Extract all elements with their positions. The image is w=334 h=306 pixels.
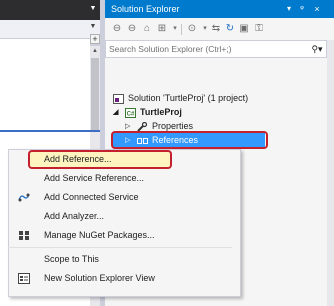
menu-item-scope-to-this[interactable]: Scope to This: [8, 250, 232, 269]
menu-separator: [8, 247, 232, 248]
collapse-all-icon[interactable]: ▣: [238, 23, 250, 35]
tree-item-label: Properties: [152, 121, 194, 131]
refresh-icon[interactable]: ↻: [224, 23, 236, 35]
scroll-up-icon[interactable]: ▲: [90, 46, 100, 56]
csharp-project-icon: C#: [125, 107, 136, 118]
forward-icon[interactable]: ⊖: [126, 23, 138, 35]
connected-service-icon: [18, 192, 30, 203]
split-view-button[interactable]: +: [90, 34, 100, 44]
search-icon[interactable]: ⚲▾: [310, 43, 324, 55]
editor-tab-strip: [0, 0, 100, 20]
chevron-down-icon[interactable]: ▾: [169, 23, 181, 35]
menu-item-add-analyzer[interactable]: Add Analyzer...: [8, 207, 232, 226]
references-highlight-box: [111, 131, 268, 149]
solution-explorer-title: Solution Explorer: [111, 4, 180, 14]
editor-navigation-bar[interactable]: [0, 20, 100, 39]
pending-changes-icon[interactable]: ⊙: [186, 23, 198, 35]
properties-icon[interactable]: ⚿: [253, 23, 265, 35]
close-icon[interactable]: ×: [312, 4, 322, 14]
chevron-down-icon[interactable]: ▼: [88, 22, 98, 32]
menu-item-add-connected-service[interactable]: Add Connected Service: [8, 188, 232, 207]
tree-item-solution[interactable]: Solution 'TurtleProj' (1 project): [113, 91, 248, 105]
expanded-arrow-icon[interactable]: ◢: [113, 106, 121, 120]
dropdown-arrow-icon[interactable]: ▾: [284, 4, 294, 14]
back-icon[interactable]: ⊖: [111, 23, 123, 35]
menu-item-manage-nuget-packages[interactable]: Manage NuGet Packages...: [8, 226, 232, 245]
tree-item-project[interactable]: ◢ C# TurtleProj: [113, 105, 182, 119]
tree-item-label: TurtleProj: [140, 107, 182, 117]
new-view-icon: [18, 273, 30, 284]
editor-divider-line: [0, 130, 100, 132]
switch-views-icon[interactable]: ⊞: [156, 23, 168, 35]
menu-item-add-reference[interactable]: Add Reference...: [8, 150, 232, 169]
menu-item-new-solution-explorer-view[interactable]: New Solution Explorer View: [8, 269, 232, 288]
svg-text:C#: C#: [127, 111, 135, 117]
sync-icon[interactable]: ⇆: [210, 23, 222, 35]
scrollbar-thumb[interactable]: [91, 58, 99, 130]
tree-item-label: Solution 'TurtleProj' (1 project): [128, 93, 249, 103]
solution-icon: [113, 93, 124, 104]
search-placeholder: Search Solution Explorer (Ctrl+;): [109, 44, 232, 54]
home-icon[interactable]: ⌂: [141, 23, 153, 35]
chevron-down-icon[interactable]: ▼: [88, 4, 98, 14]
solution-explorer-scrollbar[interactable]: [327, 40, 334, 306]
pin-icon[interactable]: ᵠ: [297, 4, 307, 14]
toolbar-separator: [181, 24, 182, 35]
menu-item-add-service-reference[interactable]: Add Service Reference...: [8, 169, 232, 188]
nuget-icon: [18, 230, 30, 241]
